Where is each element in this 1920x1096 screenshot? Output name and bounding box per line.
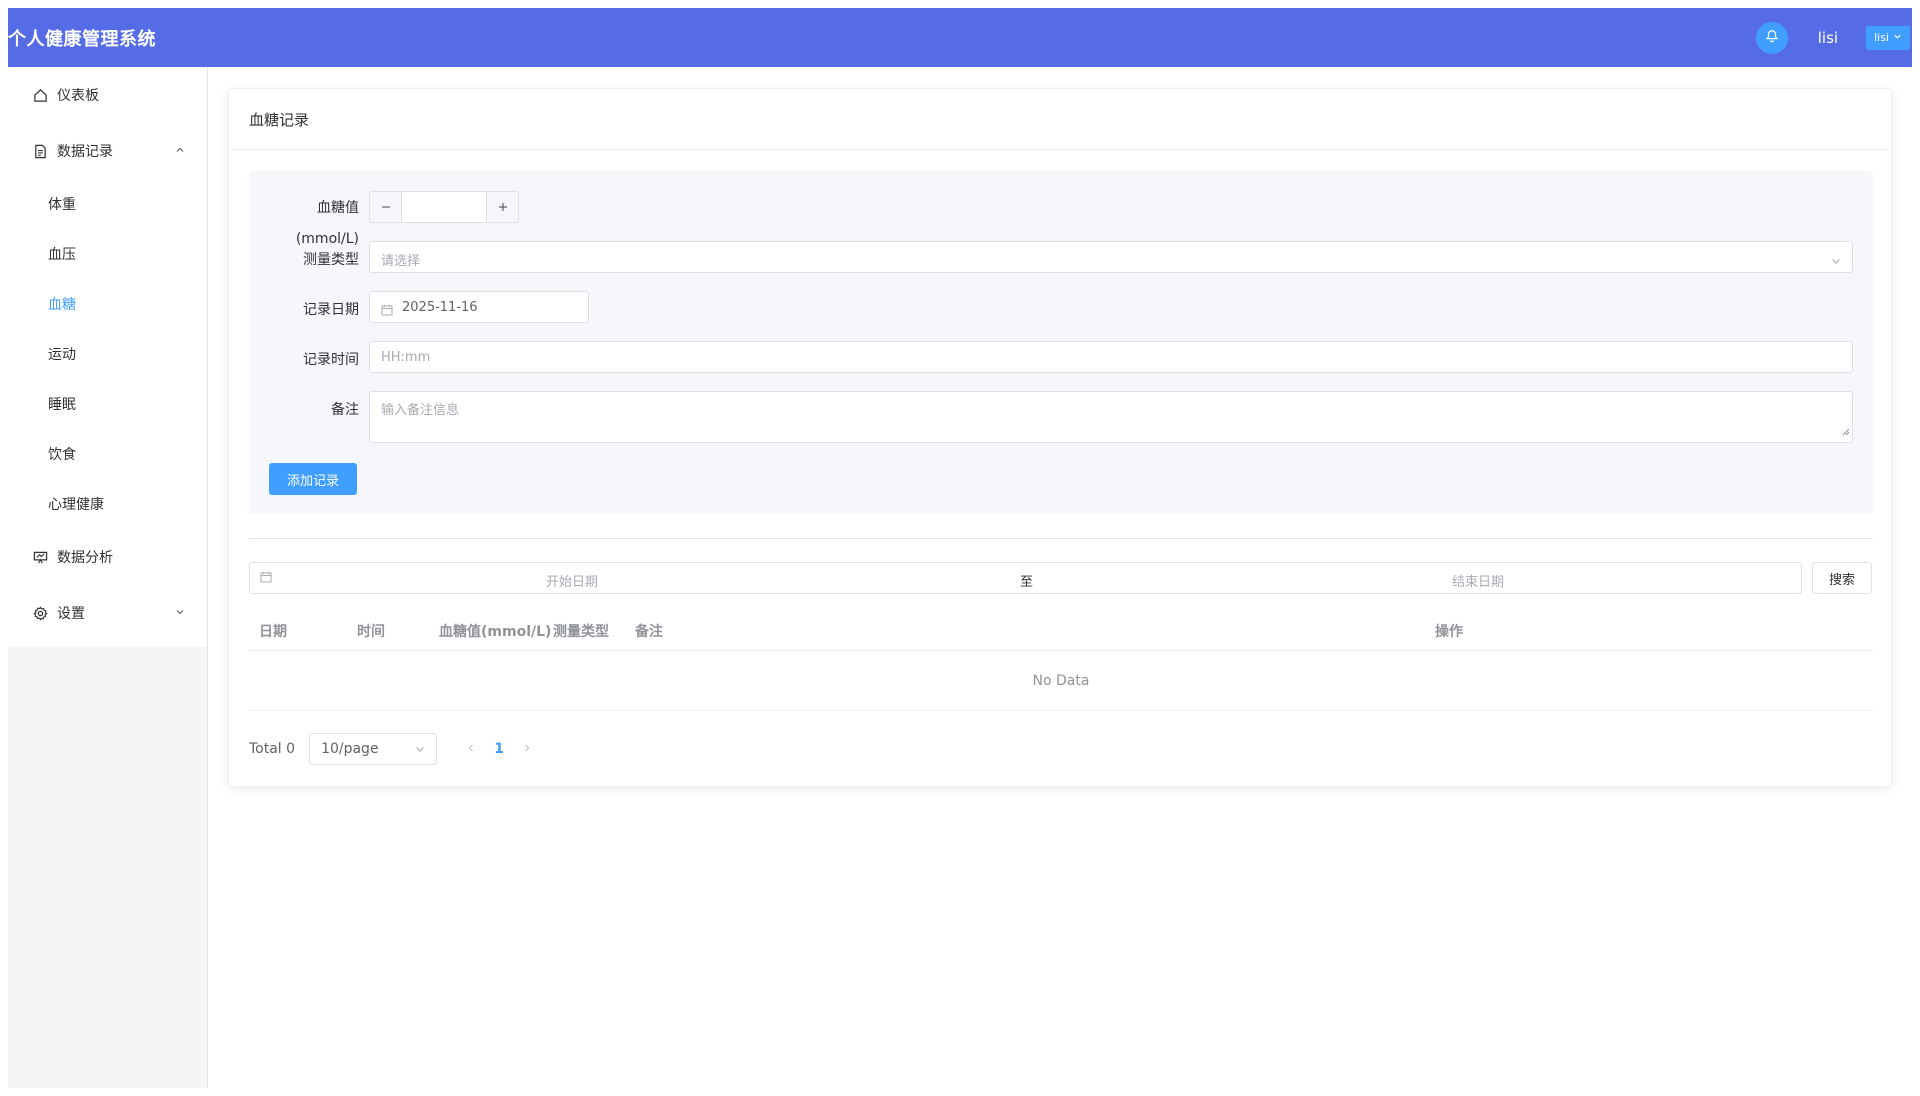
header-actions: lisi lisi bbox=[1755, 8, 1912, 67]
record-time-label: 记录时间 bbox=[303, 352, 359, 368]
sidebar-item-settings[interactable]: 设置 bbox=[8, 585, 207, 641]
home-icon bbox=[32, 87, 48, 103]
calendar-icon bbox=[260, 571, 272, 587]
sidebar-item-sleep[interactable]: 睡眠 bbox=[8, 379, 207, 429]
column-header-actions: 操作 bbox=[1435, 624, 1463, 640]
record-date-value: 2025-11-16 bbox=[402, 300, 478, 315]
pagination: Total 0 10/page 1 bbox=[249, 733, 541, 765]
page-title: 血糖记录 bbox=[229, 89, 1891, 150]
top-header: 个人健康管理系统 lisi lisi bbox=[8, 8, 1912, 67]
glucose-label: 血糖值 bbox=[317, 200, 359, 216]
chevron-up-icon bbox=[175, 143, 185, 159]
section-divider bbox=[249, 538, 1873, 539]
sidebar-menu: 仪表板 数据记录 体重 血压 血糖 运动 睡眠 饮食 心理健康 数据分析 设置 bbox=[8, 67, 207, 647]
glucose-unit-label: (mmol/L) bbox=[295, 231, 359, 247]
search-button[interactable]: 搜索 bbox=[1812, 562, 1872, 594]
sidebar-item-dashboard[interactable]: 仪表板 bbox=[8, 67, 207, 123]
chevron-down-icon bbox=[1893, 31, 1902, 44]
plus-icon bbox=[497, 198, 509, 217]
note-placeholder: 输入备注信息 bbox=[381, 403, 460, 418]
chevron-down-icon bbox=[175, 605, 185, 621]
start-date-input[interactable]: 开始日期 bbox=[546, 571, 598, 590]
record-date-label: 记录日期 bbox=[303, 302, 359, 318]
app-title: 个人健康管理系统 bbox=[8, 28, 156, 50]
sidebar-item-blood-pressure[interactable]: 血压 bbox=[8, 229, 207, 279]
date-range-picker[interactable]: 开始日期 至 结束日期 bbox=[249, 562, 1802, 594]
measure-type-placeholder: 请选择 bbox=[381, 254, 421, 269]
next-page-button[interactable] bbox=[513, 735, 541, 763]
sidebar-item-data-records[interactable]: 数据记录 bbox=[8, 123, 207, 179]
sidebar-item-data-analysis[interactable]: 数据分析 bbox=[8, 529, 207, 585]
note-label: 备注 bbox=[331, 402, 359, 418]
page-size-value: 10/page bbox=[321, 741, 379, 757]
glucose-input[interactable] bbox=[402, 192, 486, 222]
sidebar-item-label: 数据分析 bbox=[57, 550, 113, 566]
glucose-record-card: 血糖记录 血糖值 (mmol/L) 测量类型 请选择 记录日期 2025-11-… bbox=[228, 88, 1892, 787]
column-header-measure-type: 测量类型 bbox=[553, 624, 609, 640]
add-record-button[interactable]: 添加记录 bbox=[269, 463, 357, 495]
user-menu-label: lisi bbox=[1874, 31, 1889, 44]
record-date-picker[interactable]: 2025-11-16 bbox=[369, 291, 589, 323]
sidebar-item-label: 设置 bbox=[57, 606, 85, 622]
table-empty-text: No Data bbox=[249, 651, 1873, 711]
user-menu-dropdown[interactable]: lisi bbox=[1866, 25, 1910, 50]
calendar-icon bbox=[381, 301, 393, 320]
column-header-glucose: 血糖值(mmol/L) bbox=[439, 624, 552, 640]
sidebar: 仪表板 数据记录 体重 血压 血糖 运动 睡眠 饮食 心理健康 数据分析 设置 bbox=[8, 67, 208, 1088]
measure-type-select[interactable]: 请选择 bbox=[369, 241, 1853, 273]
sidebar-item-weight[interactable]: 体重 bbox=[8, 179, 207, 229]
pagination-total: Total 0 bbox=[249, 741, 296, 757]
page-number-1[interactable]: 1 bbox=[485, 735, 513, 763]
increase-button[interactable] bbox=[486, 192, 518, 222]
record-form: 血糖值 (mmol/L) 测量类型 请选择 记录日期 2025-11-16 记录… bbox=[249, 171, 1873, 514]
measure-type-label: 测量类型 bbox=[303, 252, 359, 268]
table-header: 日期 时间 血糖值(mmol/L) 测量类型 备注 操作 bbox=[249, 610, 1873, 651]
sidebar-item-diet[interactable]: 饮食 bbox=[8, 429, 207, 479]
resize-handle-icon[interactable] bbox=[1842, 421, 1850, 440]
sidebar-item-label: 数据记录 bbox=[57, 144, 113, 160]
chart-icon bbox=[32, 549, 48, 565]
sidebar-item-label: 仪表板 bbox=[57, 88, 99, 104]
column-header-note: 备注 bbox=[635, 624, 663, 640]
note-textarea[interactable]: 输入备注信息 bbox=[369, 391, 1853, 443]
prev-page-button[interactable] bbox=[457, 735, 485, 763]
column-header-date: 日期 bbox=[259, 624, 287, 640]
sidebar-item-mental-health[interactable]: 心理健康 bbox=[8, 479, 207, 529]
sidebar-item-blood-glucose[interactable]: 血糖 bbox=[8, 279, 207, 329]
app-root: 个人健康管理系统 lisi lisi 仪表板 数据记录 体重 血压 血糖 运动 … bbox=[8, 8, 1912, 1088]
end-date-input[interactable]: 结束日期 bbox=[1452, 571, 1504, 590]
decrease-button[interactable] bbox=[370, 192, 402, 222]
sidebar-item-exercise[interactable]: 运动 bbox=[8, 329, 207, 379]
page-size-select[interactable]: 10/page bbox=[309, 733, 438, 765]
minus-icon bbox=[380, 198, 392, 217]
gear-icon bbox=[32, 605, 48, 621]
header-username: lisi bbox=[1817, 28, 1839, 47]
chevron-left-icon bbox=[466, 741, 476, 757]
chevron-right-icon bbox=[522, 741, 532, 757]
bell-icon bbox=[1765, 28, 1779, 47]
document-icon bbox=[32, 143, 48, 159]
record-time-placeholder: HH:mm bbox=[381, 350, 431, 365]
range-separator: 至 bbox=[1020, 575, 1034, 590]
chevron-down-icon bbox=[1830, 252, 1842, 271]
glucose-stepper[interactable] bbox=[369, 191, 519, 223]
notification-button[interactable] bbox=[1755, 21, 1788, 54]
record-time-input[interactable]: HH:mm bbox=[369, 341, 1853, 373]
column-header-time: 时间 bbox=[357, 624, 385, 640]
chevron-down-icon bbox=[414, 743, 426, 759]
